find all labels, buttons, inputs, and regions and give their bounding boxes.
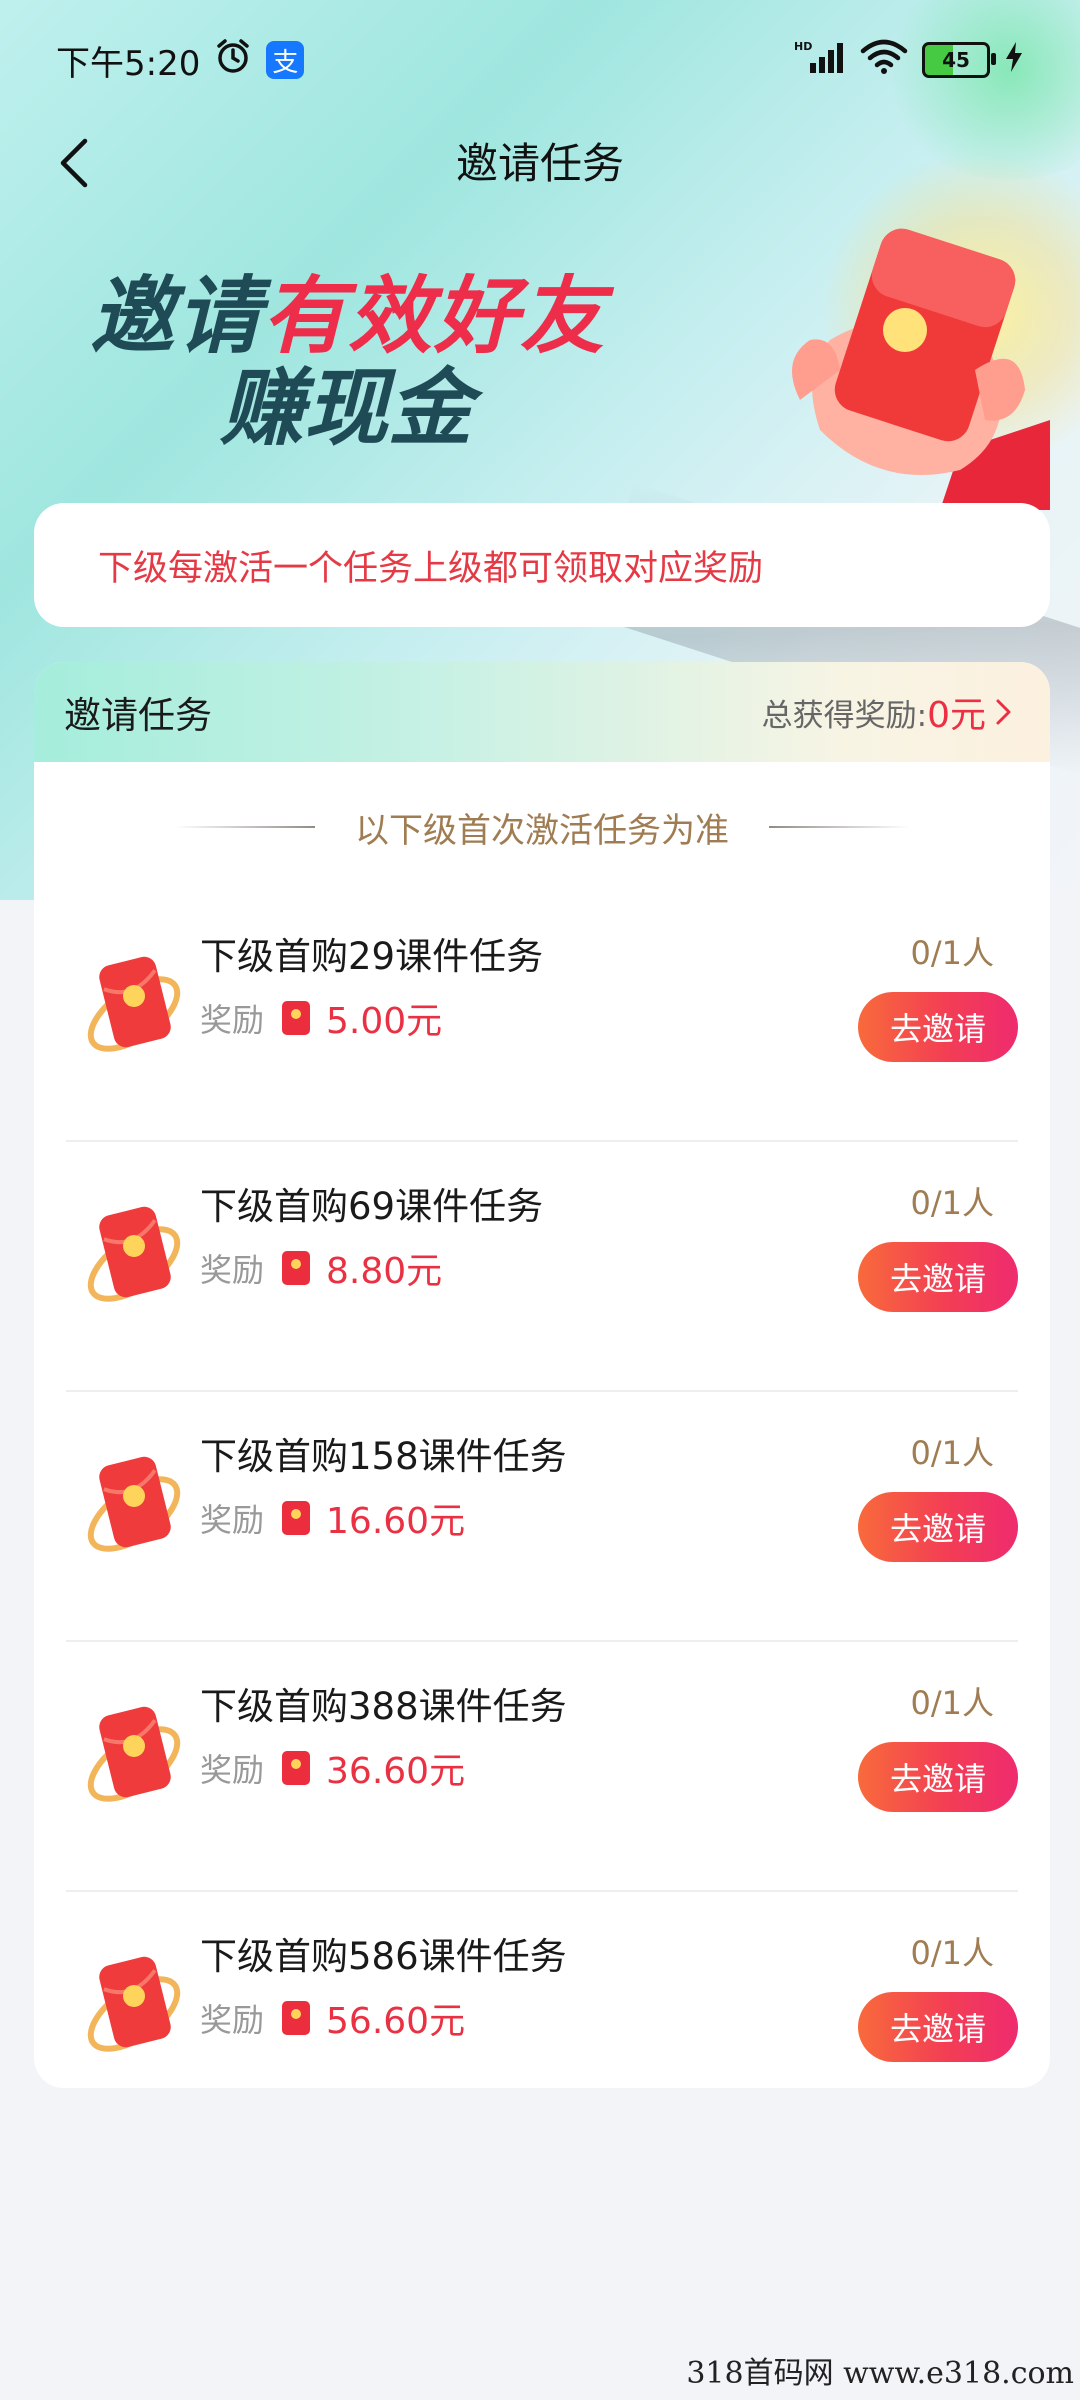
task-progress: 0/1人 bbox=[910, 1434, 994, 1472]
reward-label: 奖励 bbox=[200, 1501, 265, 1539]
divider-line-left bbox=[175, 826, 315, 828]
nav-bar: 邀请任务 bbox=[0, 120, 1080, 200]
notice-card: 下级每激活一个任务上级都可领取对应奖励 bbox=[34, 503, 1050, 627]
reward-amount: 36.60元 bbox=[326, 1751, 466, 1792]
task-reward: 奖励 56.60元 bbox=[200, 1992, 465, 2044]
hero-line1-highlight: 有效好友 bbox=[262, 267, 607, 365]
red-envelope-icon bbox=[76, 1192, 196, 1322]
task-title: 下级首购29课件任务 bbox=[200, 935, 544, 978]
task-title: 下级首购586课件任务 bbox=[200, 1935, 567, 1978]
task-list: 下级首购29课件任务 奖励 5.00元 0/1人 去邀请 下级首购69课件任务 … bbox=[34, 892, 1050, 2088]
alarm-clock-icon bbox=[214, 37, 252, 84]
task-progress: 0/1人 bbox=[910, 1684, 994, 1722]
task-progress: 0/1人 bbox=[910, 1934, 994, 1972]
divider-line-right bbox=[769, 826, 909, 828]
task-card-header: 邀请任务 总获得奖励: 0元 bbox=[34, 662, 1050, 762]
red-envelope-hand-illustration bbox=[760, 220, 1050, 510]
task-title: 下级首购388课件任务 bbox=[200, 1685, 567, 1728]
task-row: 下级首购69课件任务 奖励 8.80元 0/1人 去邀请 bbox=[66, 1142, 1018, 1392]
task-title: 下级首购158课件任务 bbox=[200, 1435, 567, 1478]
red-envelope-icon bbox=[76, 942, 196, 1072]
task-reward: 奖励 8.80元 bbox=[200, 1242, 442, 1294]
battery-indicator: 45 bbox=[922, 42, 996, 78]
small-red-envelope-icon bbox=[282, 1251, 311, 1285]
reward-amount: 8.80元 bbox=[326, 1251, 443, 1292]
task-row: 下级首购388课件任务 奖励 36.60元 0/1人 去邀请 bbox=[66, 1642, 1018, 1892]
total-reward-label: 总获得奖励: bbox=[761, 697, 928, 734]
reward-amount: 5.00元 bbox=[326, 1001, 443, 1042]
hero-slogan: 邀请有效好友 赚现金 bbox=[90, 270, 606, 454]
task-card: 邀请任务 总获得奖励: 0元 以下级首次激活任务为准 下级首购29课件任务 奖励 bbox=[34, 662, 1050, 2088]
small-red-envelope-icon bbox=[282, 1001, 311, 1035]
reward-label: 奖励 bbox=[200, 1751, 265, 1789]
task-title: 下级首购69课件任务 bbox=[200, 1185, 544, 1228]
hero-line1-prefix: 邀请 bbox=[90, 267, 263, 365]
total-reward-link[interactable]: 总获得奖励: 0元 bbox=[762, 686, 1014, 738]
task-reward: 奖励 36.60元 bbox=[200, 1742, 465, 1794]
invite-button[interactable]: 去邀请 bbox=[858, 1242, 1018, 1312]
task-row: 下级首购586课件任务 奖励 56.60元 0/1人 去邀请 bbox=[66, 1892, 1018, 2088]
task-row: 下级首购29课件任务 奖励 5.00元 0/1人 去邀请 bbox=[66, 892, 1018, 1142]
task-reward: 奖励 5.00元 bbox=[200, 992, 442, 1044]
invite-button[interactable]: 去邀请 bbox=[858, 1992, 1018, 2062]
reward-amount: 16.60元 bbox=[326, 1501, 466, 1542]
hero-line2: 赚现金 bbox=[220, 359, 473, 457]
reward-amount: 56.60元 bbox=[326, 2001, 466, 2042]
small-red-envelope-icon bbox=[282, 1751, 311, 1785]
chevron-right-icon bbox=[996, 699, 1011, 725]
task-row: 下级首购158课件任务 奖励 16.60元 0/1人 去邀请 bbox=[66, 1392, 1018, 1642]
charging-icon bbox=[1004, 41, 1024, 80]
page-title: 邀请任务 bbox=[455, 139, 624, 188]
task-subtitle-row: 以下级首次激活任务为准 bbox=[34, 762, 1050, 892]
small-red-envelope-icon bbox=[282, 1501, 311, 1535]
task-reward: 奖励 16.60元 bbox=[200, 1492, 465, 1544]
signal-icon: HD bbox=[794, 39, 846, 82]
small-red-envelope-icon bbox=[282, 2001, 311, 2035]
reward-label: 奖励 bbox=[200, 2001, 265, 2039]
task-progress: 0/1人 bbox=[910, 1184, 994, 1222]
reward-label: 奖励 bbox=[200, 1001, 265, 1039]
task-subtitle: 以下级首次激活任务为准 bbox=[355, 810, 729, 851]
task-progress: 0/1人 bbox=[910, 934, 994, 972]
invite-button[interactable]: 去邀请 bbox=[858, 1742, 1018, 1812]
invite-button[interactable]: 去邀请 bbox=[858, 992, 1018, 1062]
total-reward-amount: 0元 bbox=[927, 695, 986, 736]
status-bar: 下午5:20 支 HD 45 bbox=[0, 0, 1080, 120]
red-envelope-icon bbox=[76, 1442, 196, 1572]
reward-label: 奖励 bbox=[200, 1251, 265, 1289]
wifi-icon bbox=[860, 39, 908, 82]
task-card-title: 邀请任务 bbox=[64, 694, 212, 737]
red-envelope-icon bbox=[76, 1942, 196, 2072]
alipay-icon: 支 bbox=[266, 41, 305, 79]
invite-button[interactable]: 去邀请 bbox=[858, 1492, 1018, 1562]
status-time: 下午5:20 bbox=[56, 43, 201, 84]
network-type-label: HD bbox=[794, 40, 812, 53]
watermark: 318首码网 www.e318.com bbox=[686, 2356, 1074, 2391]
red-envelope-icon bbox=[76, 1692, 196, 1822]
notice-text: 下级每激活一个任务上级都可领取对应奖励 bbox=[98, 548, 764, 589]
